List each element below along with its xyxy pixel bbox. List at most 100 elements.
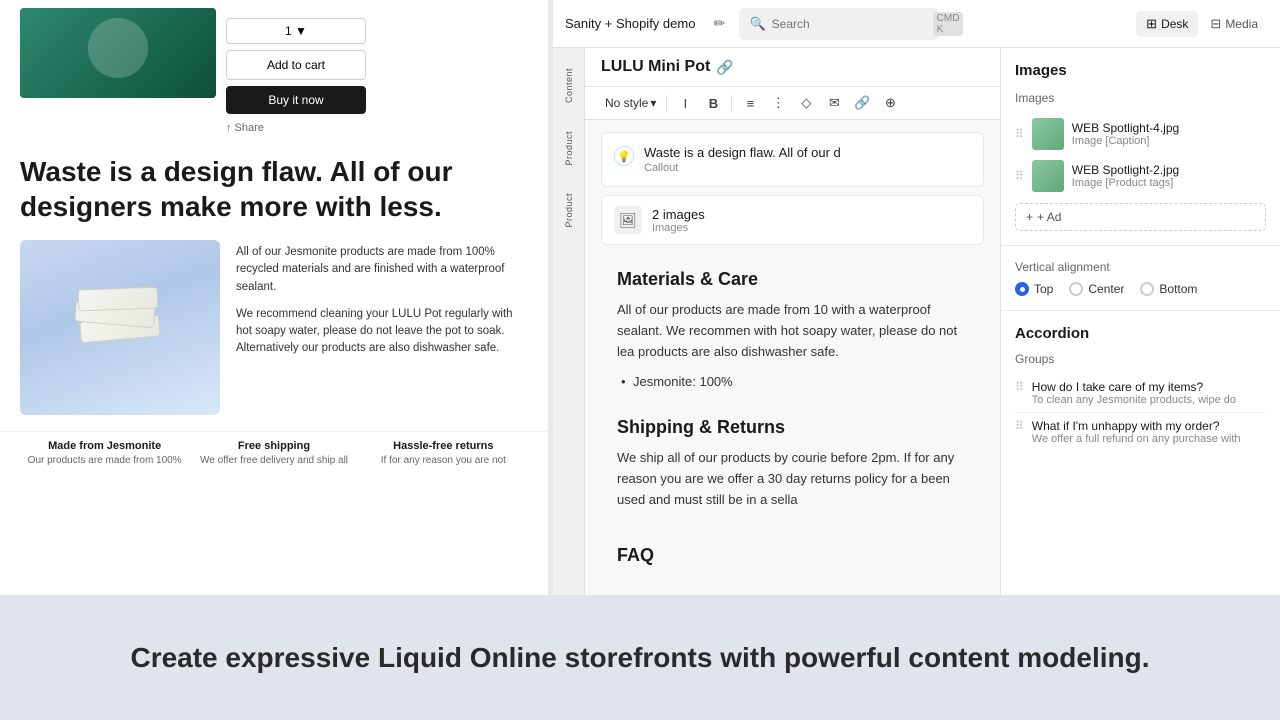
format-numbered-list[interactable]: ⋮ xyxy=(766,91,790,115)
images-block-icon: 🖼 xyxy=(614,206,642,234)
image-item-0: ⠿ WEB Spotlight-4.jpg Image [Caption] xyxy=(1015,113,1266,155)
sidebar-icons: Content Product Product xyxy=(553,48,585,595)
add-to-cart-button[interactable]: Add to cart xyxy=(226,50,366,80)
images-block[interactable]: 🖼 2 images Images xyxy=(601,195,984,245)
drag-handle-0[interactable]: ⠿ xyxy=(1015,127,1024,141)
style-select-chevron: ▾ xyxy=(650,96,656,110)
feature-section: All of our Jesmonite products are made f… xyxy=(0,240,548,431)
callout-label: Callout xyxy=(644,162,971,174)
faq-heading: FAQ xyxy=(617,545,968,566)
format-highlight[interactable]: ◇ xyxy=(794,91,818,115)
product-image xyxy=(20,8,216,98)
materials-section: Materials & Care All of our products are… xyxy=(601,253,984,409)
right-panel-images: Images Images ⠿ WEB Spotlight-4.jpg Imag… xyxy=(1001,48,1280,246)
format-divider-2 xyxy=(731,95,732,111)
va-top-radio[interactable] xyxy=(1015,282,1029,296)
badge-jesmonite-title: Made from Jesmonite xyxy=(20,440,189,452)
format-italic[interactable]: I xyxy=(673,91,697,115)
feature-text-2: We recommend cleaning your LULU Pot regu… xyxy=(236,306,528,358)
va-center-radio[interactable] xyxy=(1069,282,1083,296)
doc-title-bar: LULU Mini Pot 🔗 xyxy=(585,48,1000,87)
image-name-0: WEB Spotlight-4.jpg xyxy=(1072,121,1266,135)
feature-text-1: All of our Jesmonite products are made f… xyxy=(236,244,528,296)
va-bottom-radio[interactable] xyxy=(1140,282,1154,296)
soap-bar-3 xyxy=(78,286,159,311)
feature-text: All of our Jesmonite products are made f… xyxy=(236,240,528,368)
sidebar-product2-label: Product xyxy=(564,193,574,228)
image-info-0: WEB Spotlight-4.jpg Image [Caption] xyxy=(1072,121,1266,147)
callout-block: 💡 Waste is a design flaw. All of our d C… xyxy=(601,132,984,187)
tab-desk-label: Desk xyxy=(1161,17,1188,31)
accordion-item-0: ⠿ How do I take care of my items? To cle… xyxy=(1015,374,1266,413)
accordion-groups-title: Groups xyxy=(1015,352,1266,366)
format-bullet-list[interactable]: ≡ xyxy=(738,91,762,115)
format-email[interactable]: ✉ xyxy=(822,91,846,115)
format-bold[interactable]: B xyxy=(701,91,725,115)
editor-panel: Sanity + Shopify demo ✏ 🔍 CMD K ⊞ Desk ⊟… xyxy=(553,0,1280,595)
va-center[interactable]: Center xyxy=(1069,282,1124,296)
accordion-item-content-0: How do I take care of my items? To clean… xyxy=(1032,380,1266,406)
va-bottom[interactable]: Bottom xyxy=(1140,282,1197,296)
soap-stack-image xyxy=(75,288,165,368)
editor-topbar: Sanity + Shopify demo ✏ 🔍 CMD K ⊞ Desk ⊟… xyxy=(553,0,1280,48)
image-info-1: WEB Spotlight-2.jpg Image [Product tags] xyxy=(1072,163,1266,189)
badge-returns-title: Hassle-free returns xyxy=(359,440,528,452)
sidebar-item-product-2[interactable]: Product xyxy=(556,180,582,240)
accordion-item-1: ⠿ What if I'm unhappy with my order? We … xyxy=(1015,413,1266,451)
sidebar-item-product-1[interactable]: Product xyxy=(556,118,582,178)
shipping-heading: Shipping & Returns xyxy=(617,417,968,438)
tab-desk[interactable]: ⊞ Desk xyxy=(1136,11,1198,37)
add-image-button[interactable]: + + Ad xyxy=(1015,203,1266,231)
images-count: 2 images xyxy=(652,207,971,222)
badge-jesmonite: Made from Jesmonite Our products are mad… xyxy=(20,440,189,467)
editor-body: Content Product Product LULU Mini Pot 🔗 … xyxy=(553,48,1280,595)
va-center-label: Center xyxy=(1088,282,1124,296)
vertical-alignment-section: Vertical alignment Top Center Bottom xyxy=(1001,246,1280,311)
search-input[interactable] xyxy=(772,17,927,31)
materials-bullet: Jesmonite: 100% xyxy=(617,372,968,393)
format-divider-1 xyxy=(666,95,667,111)
accordion-drag-1[interactable]: ⠿ xyxy=(1015,419,1024,433)
images-block-info: 2 images Images xyxy=(652,207,971,234)
link-icon[interactable]: 🔗 xyxy=(716,59,733,76)
drag-handle-1[interactable]: ⠿ xyxy=(1015,169,1024,183)
style-select-label: No style xyxy=(605,96,648,110)
badge-shipping-desc: We offer free delivery and ship all xyxy=(189,454,358,467)
preview-panel: 1 ▼ Add to cart Buy it now Share Waste i… xyxy=(0,0,548,595)
share-link[interactable]: Share xyxy=(226,120,528,136)
buy-now-button[interactable]: Buy it now xyxy=(226,86,366,114)
search-icon: 🔍 xyxy=(749,16,765,32)
shipping-text: We ship all of our products by courie be… xyxy=(617,448,968,510)
badges-section: Made from Jesmonite Our products are mad… xyxy=(0,431,548,475)
format-toolbar: No style ▾ I B ≡ ⋮ ◇ ✉ 🔗 ⊕ xyxy=(585,87,1000,120)
materials-text: All of our products are made from 10 wit… xyxy=(617,300,968,362)
badge-returns-desc: If for any reason you are not xyxy=(359,454,528,467)
sidebar-content-label: Content xyxy=(564,68,574,103)
va-options: Top Center Bottom xyxy=(1015,282,1266,296)
format-link[interactable]: 🔗 xyxy=(850,91,874,115)
view-tabs: ⊞ Desk ⊟ Media xyxy=(1136,11,1268,37)
sidebar-item-content[interactable]: Content xyxy=(556,56,582,116)
badge-shipping: Free shipping We offer free delivery and… xyxy=(189,440,358,467)
sidebar-product1-label: Product xyxy=(564,131,574,166)
image-name-1: WEB Spotlight-2.jpg xyxy=(1072,163,1266,177)
images-panel-title: Images xyxy=(1015,62,1266,79)
edit-icon-button[interactable]: ✏ xyxy=(707,12,731,36)
tab-media[interactable]: ⊟ Media xyxy=(1200,11,1268,37)
quantity-selector[interactable]: 1 ▼ xyxy=(226,18,366,44)
search-bar[interactable]: 🔍 CMD K xyxy=(739,8,939,40)
va-bottom-label: Bottom xyxy=(1159,282,1197,296)
accordion-section: Accordion Groups ⠿ How do I take care of… xyxy=(1001,311,1280,465)
va-top[interactable]: Top xyxy=(1015,282,1053,296)
badge-returns: Hassle-free returns If for any reason yo… xyxy=(359,440,528,467)
accordion-item-content-1: What if I'm unhappy with my order? We of… xyxy=(1032,419,1266,445)
feature-image xyxy=(20,240,220,415)
tab-media-label: Media xyxy=(1225,17,1258,31)
product-actions: 1 ▼ Add to cart Buy it now Share xyxy=(216,8,528,136)
badge-jesmonite-desc: Our products are made from 100% xyxy=(20,454,189,467)
image-thumb-0 xyxy=(1032,118,1064,150)
style-select[interactable]: No style ▾ xyxy=(601,94,660,112)
accordion-drag-0[interactable]: ⠿ xyxy=(1015,380,1024,394)
desk-icon: ⊞ xyxy=(1146,16,1157,32)
format-more[interactable]: ⊕ xyxy=(878,91,902,115)
